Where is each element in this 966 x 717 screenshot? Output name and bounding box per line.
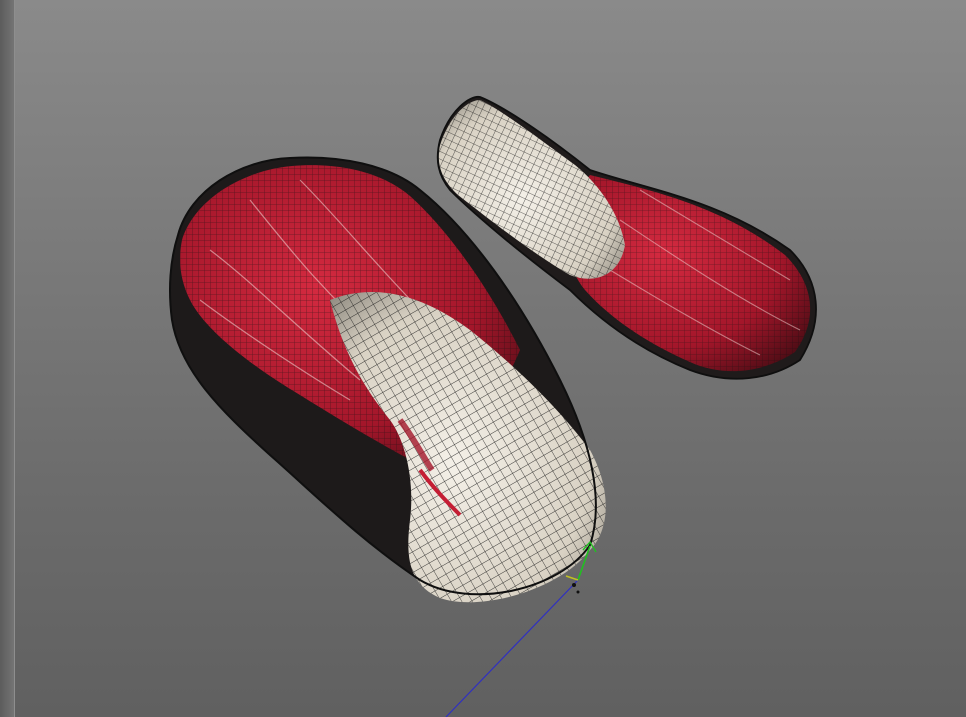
gizmo-pivot-secondary xyxy=(576,590,580,594)
gizmo-pivot[interactable] xyxy=(572,583,576,587)
scene-canvas[interactable] xyxy=(0,0,966,717)
gizmo-x-axis[interactable] xyxy=(565,575,579,581)
3d-viewport[interactable] xyxy=(0,0,966,717)
